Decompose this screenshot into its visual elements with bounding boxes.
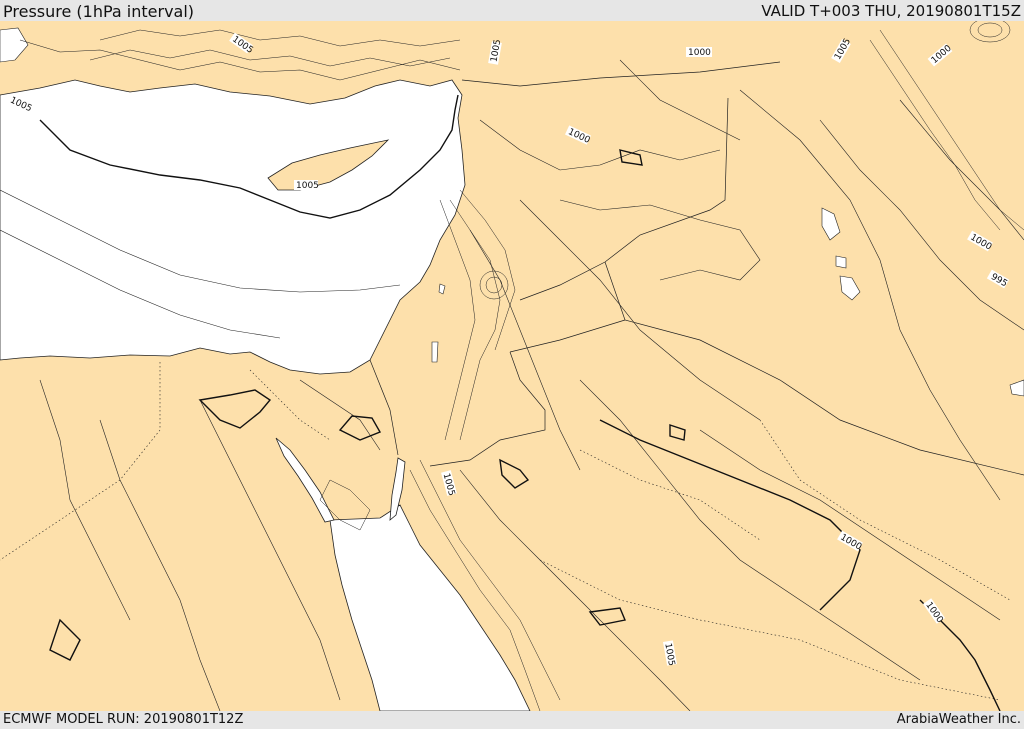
pressure-map: 1005 1005 1005 1005 1005 1000 1000 1000 …: [0, 21, 1024, 711]
dead-sea: [431, 341, 439, 363]
credit: ArabiaWeather Inc.: [896, 712, 1021, 727]
page: Pressure (1hPa interval) VALID T+003 THU…: [0, 0, 1024, 729]
map-title: Pressure (1hPa interval): [3, 2, 195, 21]
contour-label: 1005: [296, 181, 319, 191]
lake-razzaza: [835, 255, 847, 269]
model-run: ECMWF MODEL RUN: 20190801T12Z: [3, 712, 244, 727]
valid-time: VALID T+003 THU, 20190801T15Z: [761, 2, 1021, 20]
header-bar: Pressure (1hPa interval) VALID T+003 THU…: [0, 0, 1024, 21]
footer-bar: ECMWF MODEL RUN: 20190801T12Z ArabiaWeat…: [0, 711, 1024, 729]
contour-label: 1000: [688, 48, 711, 58]
